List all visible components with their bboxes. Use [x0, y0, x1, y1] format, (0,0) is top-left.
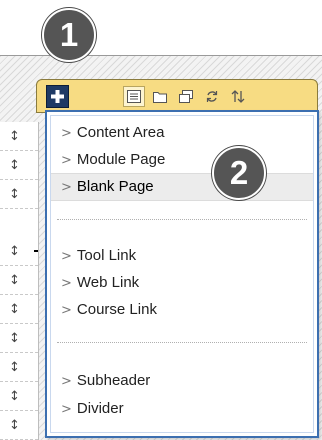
plus-icon — [51, 90, 64, 103]
drag-handle-icon[interactable]: ↕ — [0, 324, 38, 353]
menu-item-tool-link[interactable]: > Tool Link — [51, 243, 313, 269]
chevron-right-icon: > — [61, 303, 72, 318]
chevron-right-icon: > — [61, 180, 72, 195]
step-2-badge: 2 — [212, 146, 266, 200]
menu-item-label: Tool Link — [76, 247, 137, 264]
menu-item-label: Module Page — [76, 151, 166, 168]
menu-item-label: Web Link — [76, 274, 140, 291]
list-view-button[interactable] — [123, 86, 145, 107]
chevron-right-icon: > — [61, 402, 72, 417]
reorder-button[interactable] — [227, 86, 249, 107]
course-menu-toolbar — [36, 79, 318, 113]
menu-item-content-area[interactable]: > Content Area — [51, 120, 313, 146]
drag-handle-icon[interactable]: ↕ — [0, 266, 38, 295]
refresh-icon — [206, 91, 218, 102]
drag-handle-icon[interactable]: ↕ — [0, 151, 38, 180]
menu-item-divider[interactable]: > Divider — [51, 396, 313, 422]
menu-divider — [57, 342, 307, 343]
chevron-right-icon: > — [61, 276, 72, 291]
drag-handle-icon[interactable]: ↕ — [0, 411, 38, 440]
drag-handle-icon[interactable]: ↕ — [0, 295, 38, 324]
course-menu-screenshot: ↕ ↕ ↕ ↕ ↕ ↕ ↕ ↕ ↕ ↕ > Content Area > Mod… — [0, 0, 322, 440]
drag-handle-icon[interactable]: ↕ — [0, 122, 38, 151]
chevron-right-icon: > — [61, 374, 72, 389]
sort-icon — [231, 90, 245, 103]
menu-item-label: Course Link — [76, 301, 157, 318]
menu-item-label: Content Area — [76, 124, 165, 141]
folder-view-button[interactable] — [149, 86, 171, 107]
drag-handle-icon[interactable]: ↕ — [0, 180, 38, 209]
chevron-right-icon: > — [61, 249, 72, 264]
menu-item-blank-page[interactable]: > Blank Page — [51, 173, 313, 201]
menu-item-web-link[interactable]: > Web Link — [51, 270, 313, 296]
menu-item-label: Blank Page — [76, 178, 154, 195]
menu-item-label: Divider — [76, 400, 124, 417]
menu-item-label: Subheader — [76, 372, 151, 389]
menu-divider — [57, 219, 307, 220]
chevron-right-icon: > — [61, 153, 72, 168]
menu-item-module-page[interactable]: > Module Page — [51, 147, 313, 173]
drag-handle-icon[interactable]: ↕ — [0, 382, 38, 411]
add-menu-item-button[interactable] — [46, 85, 69, 108]
list-icon — [127, 90, 141, 103]
add-menu-item-dropdown: > Content Area > Module Page > Blank Page >… — [45, 110, 319, 438]
menu-item-subheader[interactable]: > Subheader — [51, 368, 313, 394]
drag-handle-icon[interactable]: ↕ — [0, 353, 38, 382]
window-icon — [179, 90, 193, 103]
refresh-button[interactable] — [201, 86, 223, 107]
menu-item-course-link[interactable]: > Course Link — [51, 297, 313, 323]
open-window-button[interactable] — [175, 86, 197, 107]
folder-icon — [153, 92, 167, 103]
step-1-badge: 1 — [42, 8, 96, 62]
toolbar-icons — [123, 86, 249, 107]
course-menu-rail: ↕ ↕ ↕ ↕ ↕ ↕ ↕ ↕ ↕ ↕ — [0, 122, 39, 440]
drag-handle-icon[interactable]: ↕ — [0, 237, 38, 266]
chevron-right-icon: > — [61, 126, 72, 141]
